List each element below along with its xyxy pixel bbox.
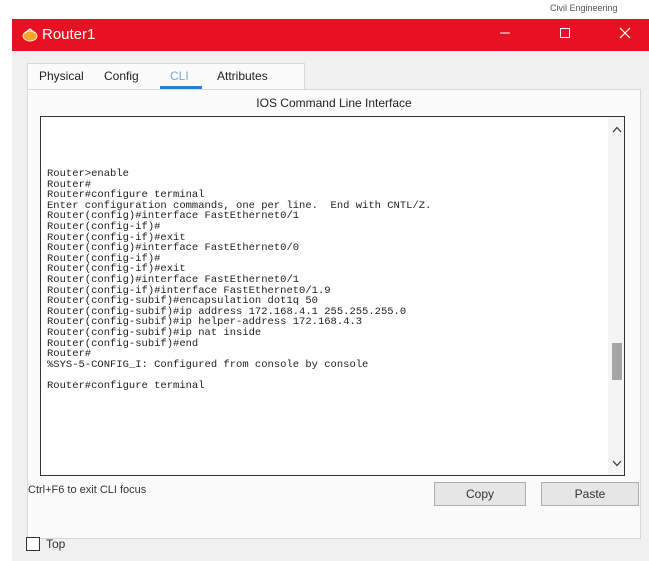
panel-title: IOS Command Line Interface bbox=[256, 96, 412, 110]
tab-cli[interactable]: CLI bbox=[170, 69, 189, 83]
close-button[interactable] bbox=[602, 19, 648, 51]
window-title: Router1 bbox=[42, 26, 96, 43]
minimize-icon bbox=[499, 26, 511, 44]
maximize-icon bbox=[559, 26, 571, 44]
tab-attributes[interactable]: Attributes bbox=[217, 69, 268, 83]
chevron-up-icon bbox=[612, 120, 622, 138]
terminal-line: Router(config)#interface FastEthernet0/1 bbox=[47, 273, 300, 286]
watermark-text: Civil Engineering bbox=[550, 3, 618, 13]
top-option[interactable]: Top bbox=[26, 537, 65, 551]
close-icon bbox=[619, 26, 631, 44]
copy-button[interactable]: Copy bbox=[434, 482, 526, 506]
router-icon bbox=[22, 27, 38, 43]
terminal-line: Router(config-subif)#end bbox=[47, 337, 199, 350]
terminal-line: Router#configure terminal bbox=[47, 379, 205, 392]
top-checkbox[interactable] bbox=[26, 537, 40, 551]
cli-panel: IOS Command Line Interface Router>enable… bbox=[27, 89, 641, 539]
terminal-line: Router(config-if)# bbox=[47, 220, 161, 233]
tab-bar: Physical Config CLI Attributes bbox=[27, 63, 305, 89]
terminal-line: Router(config-subif)#ip nat inside bbox=[47, 326, 262, 339]
terminal-line: Router>enable bbox=[47, 168, 129, 180]
tab-physical[interactable]: Physical bbox=[39, 69, 84, 83]
scroll-thumb[interactable] bbox=[612, 343, 622, 380]
cli-terminal[interactable]: Router>enable Router# Router#configure ter… bbox=[40, 116, 625, 476]
paste-button[interactable]: Paste bbox=[541, 482, 639, 506]
chevron-down-icon bbox=[612, 454, 622, 472]
terminal-line: %SYS-5-CONFIG_I: Configured from console… bbox=[47, 358, 369, 371]
router-window: Router1 Physical Config CLI Attributes I… bbox=[12, 19, 649, 561]
terminal-output: Router>enable Router# Router#configure ter… bbox=[47, 169, 607, 391]
maximize-button[interactable] bbox=[542, 19, 588, 51]
tab-config[interactable]: Config bbox=[104, 69, 139, 83]
scroll-down-button[interactable] bbox=[608, 454, 624, 472]
scroll-up-button[interactable] bbox=[608, 120, 624, 138]
vertical-scrollbar[interactable] bbox=[608, 117, 624, 475]
title-bar[interactable]: Router1 bbox=[12, 19, 649, 51]
top-label: Top bbox=[46, 537, 66, 551]
minimize-button[interactable] bbox=[482, 19, 528, 51]
focus-hint: Ctrl+F6 to exit CLI focus bbox=[28, 484, 147, 496]
